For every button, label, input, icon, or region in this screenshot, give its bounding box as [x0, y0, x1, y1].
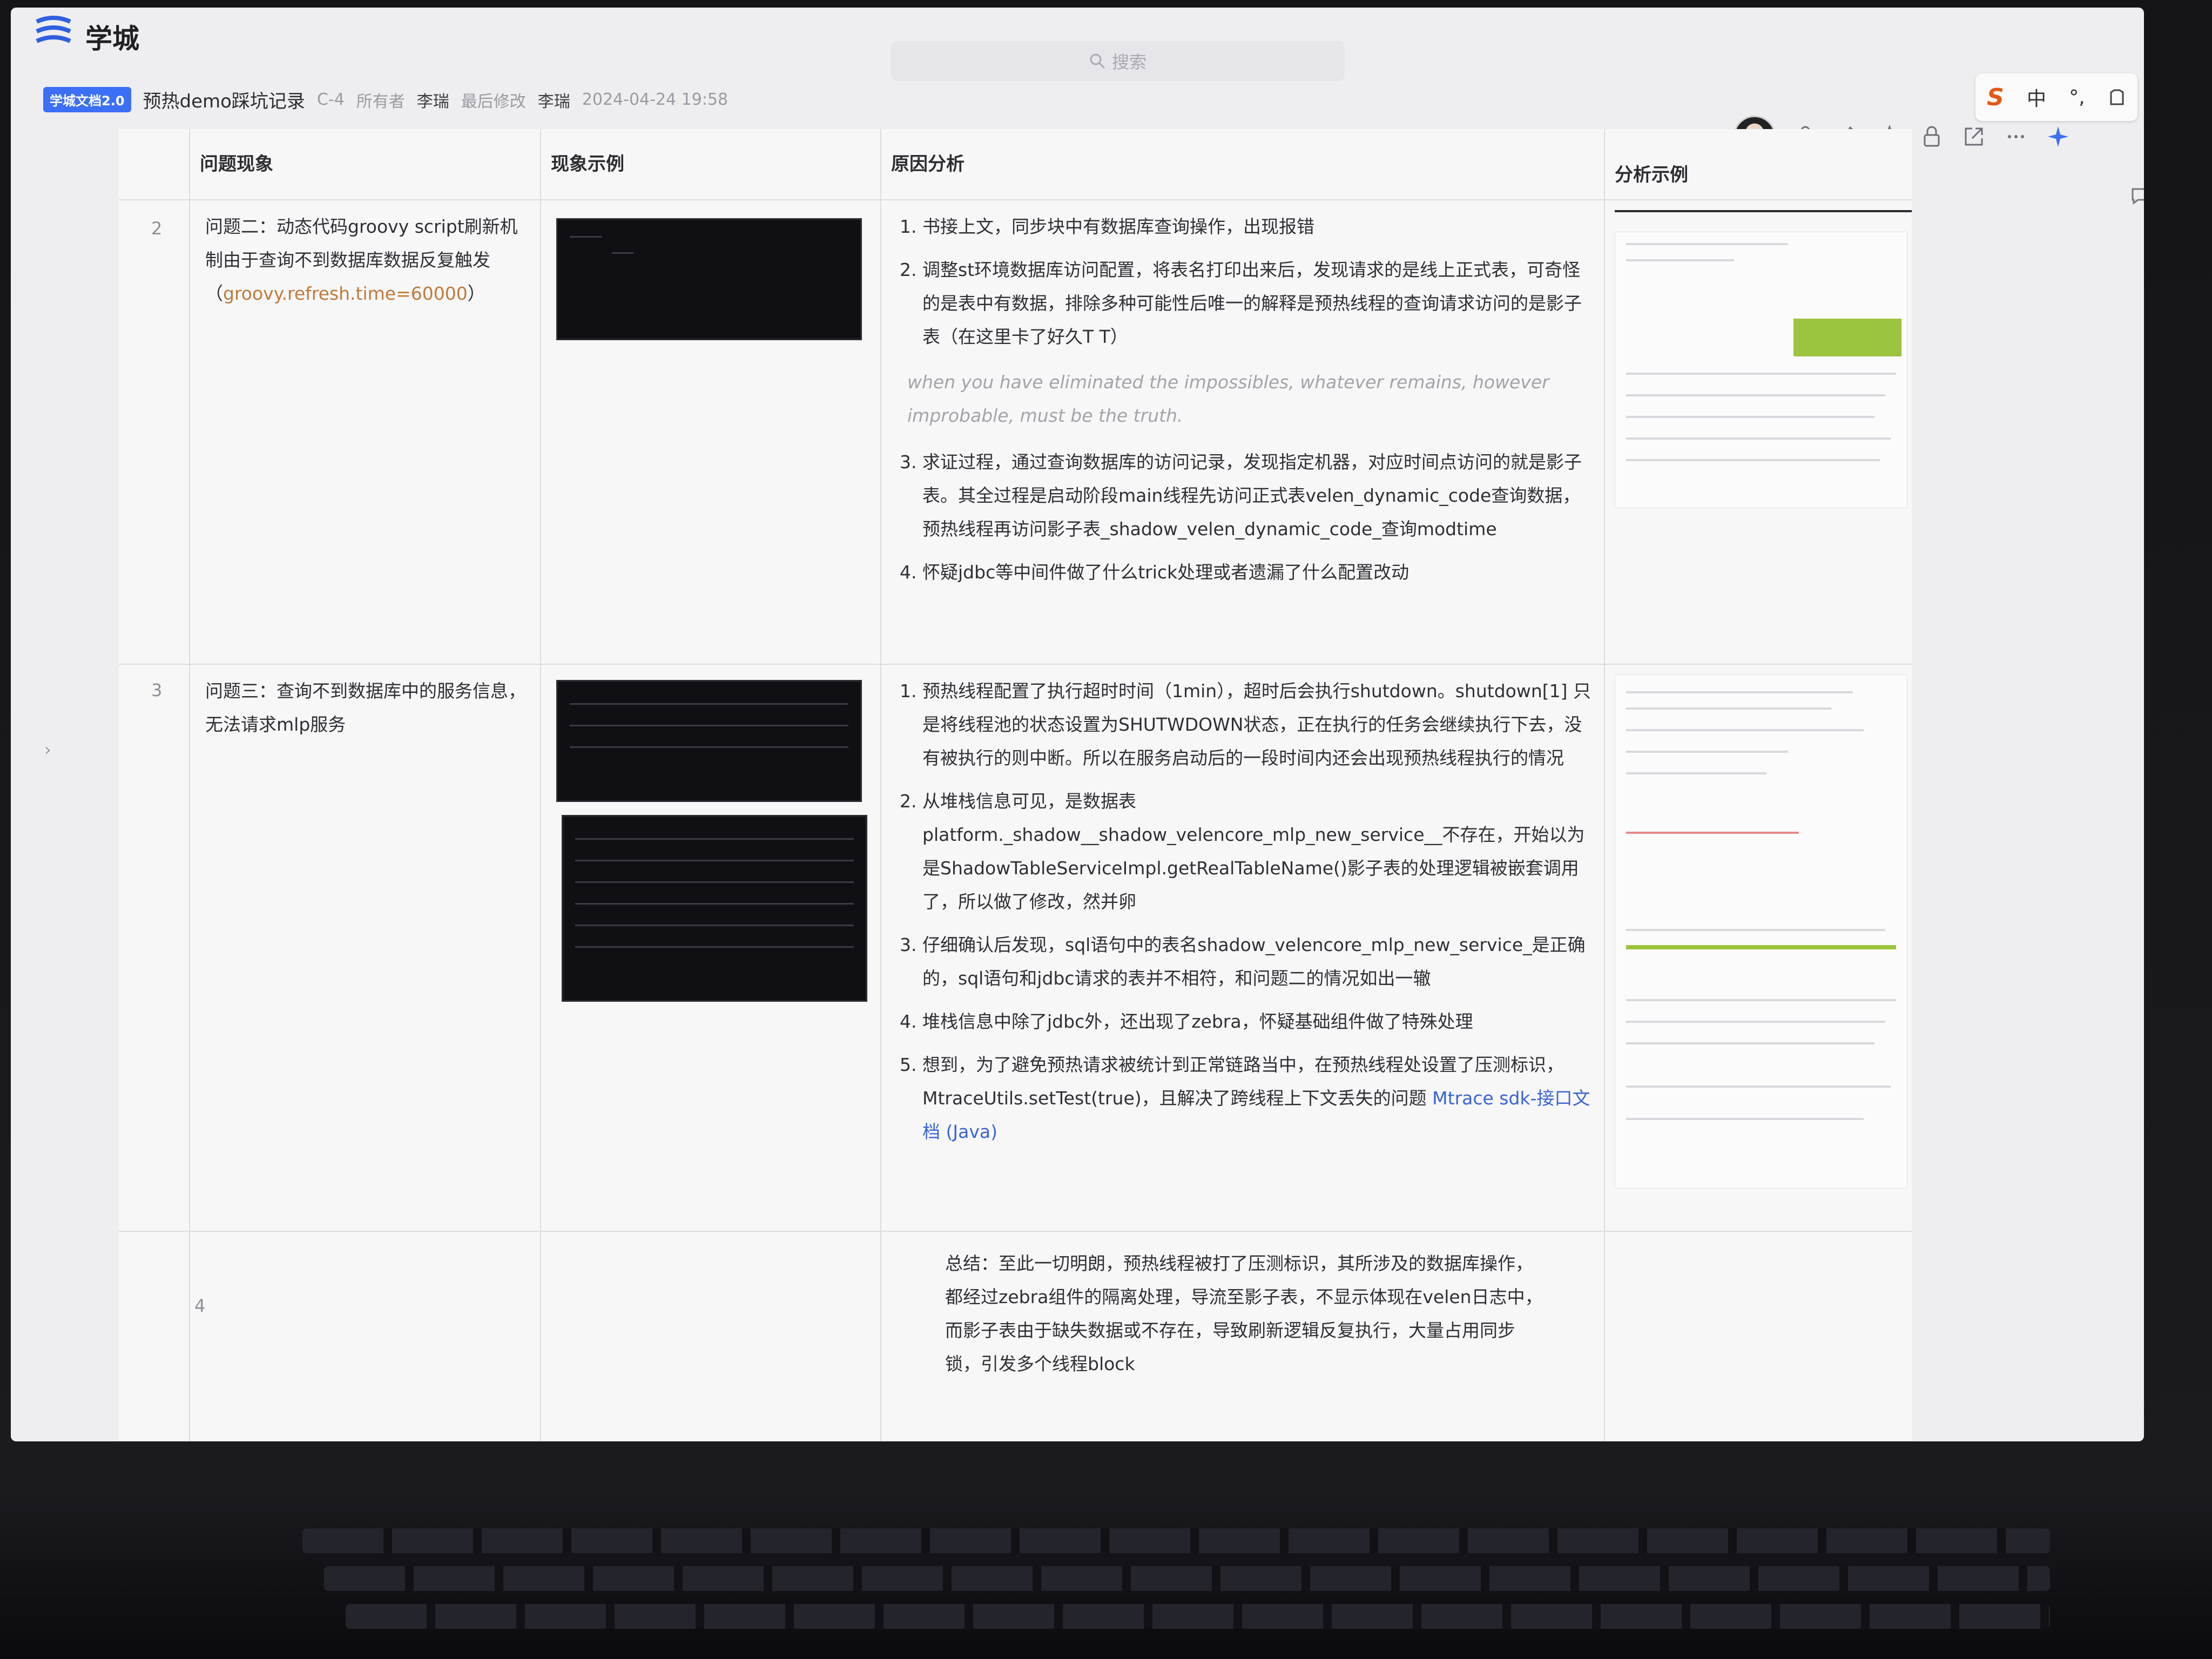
list-item: 书接上文，同步块中有数据库查询操作，出现报错	[922, 210, 1593, 244]
analysis-example-image[interactable]	[1615, 232, 1907, 508]
search-placeholder: 搜索	[1111, 52, 1147, 72]
header-issue: 问题现象	[200, 153, 273, 175]
list-item: 仔细确认后发现，sql语句中的表名shadow_velencore_mlp_ne…	[922, 928, 1593, 995]
column-divider	[880, 129, 881, 1441]
analysis-list: 求证过程，通过查询数据库的访问记录，发现指定机器，对应时间点访问的就是影子表。其…	[896, 446, 1593, 589]
ime-toolbar[interactable]: S 中 °,	[1975, 73, 2137, 121]
issue-text: 问题三：查询不到数据库中的服务信息，无法请求mlp服务	[205, 680, 526, 735]
column-divider	[540, 129, 541, 1441]
doc-tag: C-4	[316, 90, 345, 109]
header-cause: 原因分析	[891, 153, 965, 175]
phenomenon-screenshot[interactable]	[556, 218, 862, 340]
analysis-example-image[interactable]	[1615, 675, 1907, 1189]
list-item: 求证过程，通过查询数据库的访问记录，发现指定机器，对应时间点访问的就是影子表。其…	[922, 446, 1593, 546]
ime-punct[interactable]: °,	[2069, 86, 2085, 109]
cause-analysis: 书接上文，同步块中有数据库查询操作，出现报错 调整st环境数据库访问配置，将表名…	[896, 210, 1593, 599]
top-bar: 学城 搜索 S 中 °,	[11, 8, 2144, 121]
search-input[interactable]: 搜索	[891, 41, 1345, 81]
analysis-list: 预热线程配置了执行超时时间（1min），超时后会执行shutdown。shutd…	[896, 675, 1593, 1149]
summary-text: 总结：至此一切明朗，预热线程被打了压测标识，其所涉及的数据库操作，都经过zebr…	[945, 1253, 1543, 1374]
row-number: 2	[151, 218, 163, 239]
header-tab-underline	[1615, 210, 1912, 212]
issue-suffix: ）	[467, 283, 485, 304]
phenomenon-screenshot[interactable]	[556, 680, 862, 802]
ai-sparkle-icon[interactable]	[2046, 124, 2071, 149]
logo-icon[interactable]	[32, 14, 75, 48]
owner-label: 所有者	[356, 92, 405, 111]
column-divider	[189, 129, 190, 1441]
column-divider	[1604, 129, 1605, 1441]
row-divider	[119, 199, 1912, 200]
list-item: 堆栈信息中除了jdbc外，还出现了zebra，怀疑基础组件做了特殊处理	[922, 1005, 1593, 1038]
ime-logo-icon[interactable]: S	[1987, 84, 2004, 111]
row-divider	[119, 664, 1912, 665]
quote: when you have eliminated the impossibles…	[907, 372, 1549, 426]
phenomenon-screenshot[interactable]	[562, 815, 867, 1002]
issue-text: 问题二：动态代码groovy script刷新机制由于查询不到数据库数据反复触发…	[205, 210, 529, 311]
more-icon[interactable]	[2004, 124, 2028, 149]
list-item: 调整st环境数据库访问配置，将表名打印出来后，发现请求的是线上正式表，可奇怪的是…	[922, 253, 1593, 354]
modifier-name[interactable]: 李瑞	[538, 88, 570, 112]
row-divider	[119, 1231, 1912, 1232]
open-external-icon[interactable]	[1961, 124, 1986, 149]
doc-title[interactable]: 预热demo踩坑记录	[143, 86, 305, 113]
header-example: 现象示例	[551, 153, 624, 175]
comment-icon[interactable]	[2130, 186, 2144, 205]
modified-label: 最后修改	[461, 92, 526, 111]
modified-time: 2024-04-24 19:58	[582, 90, 729, 109]
ime-lang[interactable]: 中	[2027, 83, 2046, 111]
cause-analysis: 预热线程配置了执行超时时间（1min），超时后会执行shutdown。shutd…	[896, 675, 1593, 1158]
row-number: 3	[151, 680, 163, 700]
ime-skin-icon[interactable]	[2108, 88, 2126, 106]
owner-name[interactable]: 李瑞	[417, 88, 449, 112]
app-window: 学城 搜索 S 中 °, 学城文档2.0 预热demo踩坑记录 C-4 所有者 …	[11, 8, 2144, 1441]
row-number: 4	[194, 1296, 206, 1316]
list-item: 从堆栈信息可见，是数据表platform._shadow__shadow_vel…	[922, 785, 1593, 919]
doc-meta: 学城文档2.0 预热demo踩坑记录 C-4 所有者 李瑞 最后修改 李瑞 20…	[43, 86, 728, 113]
doc-table: 问题现象 现象示例 原因分析 分析示例 2 问题二：动态代码groovy scr…	[119, 129, 1912, 1441]
list-item: 怀疑jdbc等中间件做了什么trick处理或者遗漏了什么配置改动	[922, 556, 1593, 589]
sidebar-toggle[interactable]: ›	[44, 739, 51, 760]
version-badge: 学城文档2.0	[43, 87, 131, 112]
laptop-keyboard	[0, 1491, 2212, 1659]
search-icon	[1090, 53, 1105, 69]
list-item: 想到，为了避免预热请求被统计到正常链路当中，在预热线程处设置了压测标识，Mtra…	[922, 1048, 1593, 1149]
brand-name: 学城	[85, 23, 139, 55]
list-item: 预热线程配置了执行超时时间（1min），超时后会执行shutdown。shutd…	[922, 675, 1593, 775]
analysis-list: 书接上文，同步块中有数据库查询操作，出现报错 调整st环境数据库访问配置，将表名…	[896, 210, 1593, 354]
lock-icon[interactable]	[1919, 124, 1944, 149]
issue-code: groovy.refresh.time=60000	[223, 283, 468, 304]
